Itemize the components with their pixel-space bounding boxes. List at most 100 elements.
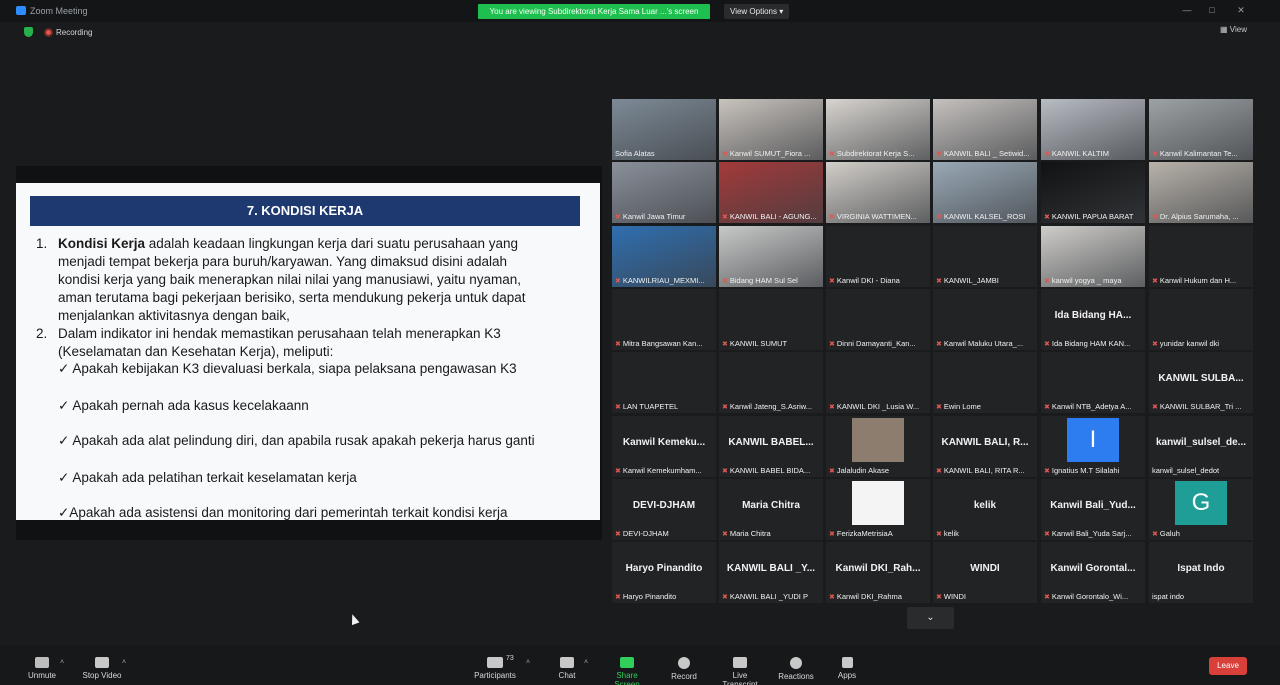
participant-tile[interactable]: ✖ kanwil yogya _ maya: [1041, 226, 1145, 287]
participant-tile[interactable]: Kanwil Bali_Yud... ✖ Kanwil Bali_Yuda Sarj…: [1041, 479, 1145, 540]
record-button[interactable]: Record: [670, 657, 698, 681]
participants-button[interactable]: Participants 73 ˄: [474, 655, 530, 680]
participant-name-label: ✖ Jalaludin Akase: [829, 466, 928, 475]
participant-name-label: ✖ Kanwil Kemekumham...: [615, 466, 714, 475]
participant-name-label: ✖ Dr. Alpius Sarumaha, ...: [1152, 212, 1251, 221]
participant-tile[interactable]: ✖ Kanwil Maluku Utara_...: [933, 289, 1037, 350]
participant-tile[interactable]: ✖ KANWIL KALTIM: [1041, 99, 1145, 160]
apps-button[interactable]: Apps: [836, 657, 858, 680]
participant-tile[interactable]: Ispat Indo ispat indo: [1149, 542, 1253, 603]
participant-tile[interactable]: KANWIL SULBA... ✖ KANWIL SULBAR_Tri ...: [1149, 352, 1253, 413]
participant-tile[interactable]: Kanwil Gorontal... ✖ Kanwil Gorontalo_Wi..…: [1041, 542, 1145, 603]
participant-tile[interactable]: Haryo Pinandito ✖ Haryo Pinandito: [612, 542, 716, 603]
participant-tile[interactable]: ✖ Kanwil SUMUT_Fiora ...: [719, 99, 823, 160]
participant-tile[interactable]: Kanwil Kemeku... ✖ Kanwil Kemekumham...: [612, 416, 716, 477]
participant-tile[interactable]: ✖ KANWIL BALI _ Setiwid...: [933, 99, 1037, 160]
participant-name-label: ✖ VIRGINIA WATTIMEN...: [829, 212, 928, 221]
participant-name-label: ✖ Dinni Damayanti_Kan...: [829, 339, 928, 348]
microphone-muted-icon: ✖: [936, 214, 942, 221]
participant-tile[interactable]: ✖ Kanwil NTB_Adetya A...: [1041, 352, 1145, 413]
microphone-muted-icon: ✖: [722, 594, 728, 601]
participant-tile[interactable]: Sofia Alatas: [612, 99, 716, 160]
participant-tile[interactable]: ✖ Ewin Lome: [933, 352, 1037, 413]
stop-video-button[interactable]: Stop Video ˄: [82, 657, 126, 680]
participant-tile[interactable]: ✖ Kanwil Jateng_S.Asriw...: [719, 352, 823, 413]
participant-tile[interactable]: ✖ KANWIL DKI _Lusia W...: [826, 352, 930, 413]
participant-name: Galuh: [1159, 529, 1180, 538]
participant-tile[interactable]: ✖ Subdirektorat Kerja S...: [826, 99, 930, 160]
participant-tile[interactable]: kanwil_sulsel_de... kanwil_sulsel_dedot: [1149, 416, 1253, 477]
minimize-icon[interactable]: —: [1180, 4, 1194, 16]
participant-tile[interactable]: KANWIL BABEL... ✖ KANWIL BABEL BIDA...: [719, 416, 823, 477]
unmute-button[interactable]: Unmute ˄: [24, 657, 64, 680]
participant-tile[interactable]: ✖ KANWIL_JAMBI: [933, 226, 1037, 287]
participant-tile[interactable]: ✖ Dr. Alpius Sarumaha, ...: [1149, 162, 1253, 223]
participant-tile[interactable]: ✖ LAN TUAPETEL: [612, 352, 716, 413]
chevron-up-icon[interactable]: ˄: [526, 659, 530, 666]
participant-tile[interactable]: ✖ KANWIL BALI - AGUNG...: [719, 162, 823, 223]
participant-name: Jalaludin Akase: [836, 466, 889, 475]
view-label: View: [1229, 25, 1247, 34]
participant-tile[interactable]: ✖ Kanwil Kalimantan Te...: [1149, 99, 1253, 160]
participant-tile[interactable]: ✖ Bidang HAM Sul Sel: [719, 226, 823, 287]
participant-tile[interactable]: WINDI ✖ WINDI: [933, 542, 1037, 603]
view-button[interactable]: ▦ View: [1220, 25, 1247, 34]
item2-line2: (Keselamatan dan Kesehatan Kerja), melip…: [58, 344, 334, 359]
security-shield-icon[interactable]: [24, 27, 33, 37]
participant-tile[interactable]: ✖ Kanwil Jawa Timur: [612, 162, 716, 223]
participant-name: KANWIL BABEL BIDA...: [729, 466, 811, 475]
participant-tile[interactable]: ✖ Dinni Damayanti_Kan...: [826, 289, 930, 350]
item1-line1: Kondisi Kerja adalah keadaan lingkungan …: [58, 235, 518, 253]
participant-name-label: ✖ yunidar kanwil dki: [1152, 339, 1251, 348]
participant-tile[interactable]: ✖ KANWILRIAU_MEXMI...: [612, 226, 716, 287]
view-options-button[interactable]: View Options ▾: [724, 4, 790, 19]
chevron-up-icon[interactable]: ˄: [122, 659, 126, 666]
microphone-muted-icon: ✖: [1044, 531, 1050, 538]
participant-name-label: ✖ Maria Chitra: [722, 529, 821, 538]
chevron-up-icon[interactable]: ˄: [60, 659, 64, 666]
participant-tile[interactable]: I ✖ Ignatius M.T Silalahi: [1041, 416, 1145, 477]
participant-name-label: ✖ Mitra Bangsawan Kan...: [615, 339, 714, 348]
participant-name: Kanwil Bali_Yuda Sarj...: [1051, 529, 1132, 538]
chevron-down-icon[interactable]: ⌄: [907, 607, 954, 629]
participant-name: KANWIL BALI _YUDI P: [729, 592, 808, 601]
participant-tile[interactable]: G ✖ Galuh: [1149, 479, 1253, 540]
participant-name: Ewin Lome: [943, 402, 981, 411]
close-icon[interactable]: ✕: [1234, 4, 1248, 16]
participant-tile[interactable]: ✖ FerizkaMetrisiaA: [826, 479, 930, 540]
reactions-button[interactable]: Reactions: [778, 657, 814, 681]
participant-tile[interactable]: ✖ Jalaludin Akase: [826, 416, 930, 477]
checklist-item-4: ✓ Apakah ada pelatihan terkait keselamat…: [58, 470, 357, 485]
share-screen-button[interactable]: Share Screen: [604, 657, 650, 685]
participant-tile[interactable]: KANWIL BALI, R... ✖ KANWIL BALI, RITA R...: [933, 416, 1037, 477]
participant-name-label: ✖ KANWIL SUMUT: [722, 339, 821, 348]
participant-name: Sofia Alatas: [615, 149, 655, 158]
participant-name-label: ✖ KANWIL BALI, RITA R...: [936, 466, 1035, 475]
participant-tile[interactable]: ✖ KANWIL KALSEL_ROSI: [933, 162, 1037, 223]
live-transcript-button[interactable]: Live Transcript: [714, 657, 766, 685]
maximize-icon[interactable]: □: [1205, 4, 1219, 16]
participant-name-label: ✖ Ida Bidang HAM KAN...: [1044, 339, 1143, 348]
participant-tile[interactable]: ✖ Kanwil DKI - Diana: [826, 226, 930, 287]
participant-tile[interactable]: DEVI-DJHAM ✖ DEVI-DJHAM: [612, 479, 716, 540]
participant-tile[interactable]: kelik ✖ kelik: [933, 479, 1037, 540]
chat-button[interactable]: Chat ˄: [556, 657, 588, 680]
meeting-toolbar: Unmute ˄ Stop Video ˄ Participants 73 ˄ …: [0, 645, 1280, 685]
participant-tile[interactable]: ✖ VIRGINIA WATTIMEN...: [826, 162, 930, 223]
participant-tile[interactable]: Ida Bidang HA... ✖ Ida Bidang HAM KAN...: [1041, 289, 1145, 350]
microphone-muted-icon: ✖: [615, 404, 621, 411]
chevron-up-icon[interactable]: ˄: [584, 659, 588, 666]
leave-button[interactable]: Leave: [1209, 657, 1247, 675]
participant-tile[interactable]: Kanwil DKI_Rah... ✖ Kanwil DKI_Rahma: [826, 542, 930, 603]
participant-name: Haryo Pinandito: [622, 592, 677, 601]
participant-tile[interactable]: ✖ KANWIL SUMUT: [719, 289, 823, 350]
participant-tile[interactable]: ✖ yunidar kanwil dki: [1149, 289, 1253, 350]
participant-tile[interactable]: ✖ KANWIL PAPUA BARAT: [1041, 162, 1145, 223]
participant-display-name: Kanwil Gorontal...: [1050, 563, 1136, 574]
participant-tile[interactable]: ✖ Kanwil Hukum dan H...: [1149, 226, 1253, 287]
item1-line1-rest: adalah keadaan lingkungan kerja dari sua…: [145, 236, 519, 251]
participant-display-name: Haryo Pinandito: [625, 563, 703, 574]
participant-tile[interactable]: KANWIL BALI _Y... ✖ KANWIL BALI _YUDI P: [719, 542, 823, 603]
participant-tile[interactable]: Maria Chitra ✖ Maria Chitra: [719, 479, 823, 540]
participant-tile[interactable]: ✖ Mitra Bangsawan Kan...: [612, 289, 716, 350]
